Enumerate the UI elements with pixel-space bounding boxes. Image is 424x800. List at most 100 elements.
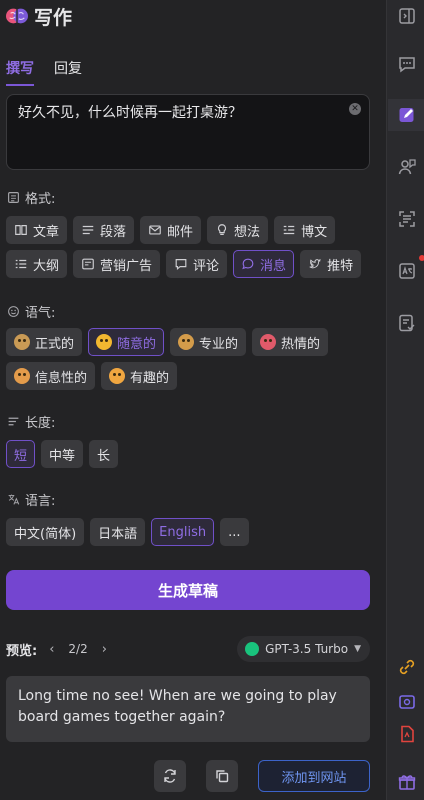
length-chip-medium[interactable]: 中等 — [41, 440, 84, 468]
length-label: 长度: — [25, 416, 56, 431]
tone-label-row: 语气: — [7, 302, 55, 321]
language-more-button[interactable]: ... — [220, 518, 249, 546]
format-chip-outline[interactable]: 大纲 — [6, 250, 68, 278]
gift-icon[interactable] — [397, 772, 417, 792]
book-icon — [15, 225, 27, 235]
chip-label: 想法 — [234, 224, 261, 240]
format-chip-paragraph[interactable]: 段落 — [73, 216, 135, 244]
language-label: 语言: — [25, 494, 56, 509]
clear-icon[interactable]: ✕ — [349, 103, 361, 115]
link-icon[interactable] — [397, 657, 417, 677]
chip-label: 热情的 — [281, 336, 321, 352]
format-chip-message[interactable]: 消息 — [233, 250, 295, 278]
comment-icon — [175, 259, 187, 271]
translate-icon[interactable] — [397, 261, 417, 281]
format-chip-idea[interactable]: 想法 — [207, 216, 269, 244]
tone-chip-informative[interactable]: 信息性的 — [6, 362, 96, 390]
length-label-row: 长度: — [7, 412, 55, 431]
write-icon[interactable] — [397, 105, 417, 125]
chip-label: 信息性的 — [35, 370, 88, 386]
format-chip-twitter[interactable]: 推特 — [300, 250, 362, 278]
chip-label: 文章 — [33, 224, 60, 240]
tone-chip-enthusiastic[interactable]: 热情的 — [252, 328, 329, 356]
copy-icon — [216, 770, 229, 783]
language-chips: 中文(简体) 日本語 English ... — [6, 518, 378, 546]
chevron-right-icon[interactable]: › — [102, 642, 107, 657]
prompt-text[interactable]: 好久不见，什么时候再一起打桌游？ — [18, 105, 242, 121]
app-title: 写作 — [34, 6, 73, 29]
tab-compose[interactable]: 撰写 — [6, 58, 34, 86]
format-chip-email[interactable]: 邮件 — [140, 216, 202, 244]
length-chip-short[interactable]: 短 — [6, 440, 36, 468]
chip-label: 博文 — [301, 224, 328, 240]
tab-reply[interactable]: 回复 — [54, 58, 82, 86]
smile-icon — [8, 306, 19, 317]
regenerate-button[interactable] — [154, 760, 186, 792]
screenshot-icon[interactable] — [397, 692, 417, 712]
bottom-actions: 添加到网站 — [0, 760, 386, 792]
chip-label: 大纲 — [33, 258, 60, 274]
format-label: 格式: — [25, 192, 56, 207]
tone-chip-professional[interactable]: 专业的 — [170, 328, 247, 356]
tone-chip-formal[interactable]: 正式的 — [6, 328, 83, 356]
notification-dot — [419, 255, 424, 261]
paragraph-icon — [82, 225, 94, 235]
enthusiastic-emoji-icon — [260, 334, 277, 350]
preview-pager: ‹ 2/2 › — [49, 642, 107, 657]
prompt-input[interactable]: 好久不见，什么时候再一起打桌游？ ✕ — [6, 94, 370, 170]
ad-icon — [82, 258, 94, 270]
lightbulb-icon — [218, 224, 227, 235]
tone-chips: 正式的 随意的 专业的 热情的 信息性的 有趣的 — [6, 328, 378, 390]
tone-label: 语气: — [25, 306, 56, 321]
pdf-icon[interactable] — [397, 724, 417, 744]
mode-tabs: 撰写 回复 — [6, 58, 82, 86]
length-chip-long[interactable]: 长 — [89, 440, 119, 468]
format-icon — [8, 192, 19, 203]
add-to-site-button[interactable]: 添加到网站 — [258, 760, 370, 792]
generate-draft-button[interactable]: 生成草稿 — [6, 570, 370, 610]
tone-chip-funny[interactable]: 有趣的 — [101, 362, 178, 390]
format-chip-comment[interactable]: 评论 — [166, 250, 228, 278]
copy-button[interactable] — [206, 760, 238, 792]
professional-emoji-icon — [178, 334, 195, 350]
chevron-left-icon[interactable]: ‹ — [49, 642, 54, 657]
scan-icon[interactable] — [397, 209, 417, 229]
checklist-icon[interactable] — [397, 313, 417, 333]
length-icon — [8, 417, 19, 426]
sidebar-toggle-icon[interactable] — [397, 6, 417, 26]
language-chip-japanese[interactable]: 日本語 — [90, 518, 146, 546]
preview-row: 预览: ‹ 2/2 › GPT-3.5 Turbo ▼ — [6, 636, 370, 662]
tone-chip-casual[interactable]: 随意的 — [88, 328, 165, 356]
chip-label: 段落 — [100, 224, 127, 240]
chip-label: 营销广告 — [100, 258, 153, 274]
chip-label: 推特 — [327, 258, 354, 274]
informative-emoji-icon — [14, 368, 30, 384]
format-label-row: 格式: — [7, 188, 55, 207]
mail-icon — [149, 225, 161, 235]
length-chips: 短 中等 长 — [6, 440, 378, 468]
format-chip-marketing[interactable]: 营销广告 — [73, 250, 161, 278]
model-selector[interactable]: GPT-3.5 Turbo ▼ — [237, 636, 370, 662]
chip-label: 评论 — [193, 258, 220, 274]
twitter-icon — [309, 258, 321, 269]
chip-label: 邮件 — [167, 224, 194, 240]
writing-panel: 写作 撰写 回复 好久不见，什么时候再一起打桌游？ ✕ 格式: 文章 段落 邮件… — [0, 0, 386, 800]
funny-emoji-icon — [109, 368, 126, 384]
refresh-icon — [164, 769, 176, 783]
outline-icon — [15, 259, 27, 269]
ask-user-icon[interactable] — [397, 157, 417, 177]
model-name: GPT-3.5 Turbo — [265, 642, 349, 656]
language-chip-chinese[interactable]: 中文(简体) — [6, 518, 85, 546]
format-chip-article[interactable]: 文章 — [6, 216, 68, 244]
format-chip-blog[interactable]: 博文 — [274, 216, 336, 244]
chip-label: 消息 — [260, 258, 287, 274]
chat-icon[interactable] — [397, 54, 417, 74]
chip-label: 有趣的 — [130, 370, 170, 386]
chip-label: 专业的 — [199, 336, 239, 352]
casual-emoji-icon — [96, 334, 113, 350]
chevron-down-icon: ▼ — [354, 644, 361, 654]
message-icon — [242, 258, 254, 270]
preview-label: 预览: — [6, 643, 38, 659]
language-chip-english[interactable]: English — [151, 518, 215, 546]
translate-icon — [8, 494, 20, 505]
